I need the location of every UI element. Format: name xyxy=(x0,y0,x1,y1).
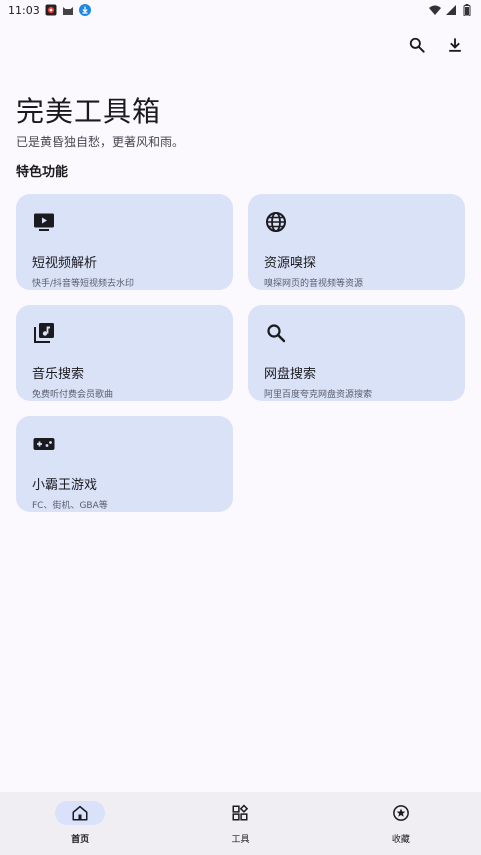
card-title: 小霸王游戏 xyxy=(32,478,98,493)
card-title: 资源嗅探 xyxy=(264,256,317,271)
card-desc: 快手/抖音等短视频去水印 xyxy=(32,279,135,289)
music-library-icon xyxy=(34,323,54,343)
search-icon xyxy=(409,37,425,53)
nav-active-indicator xyxy=(55,801,106,825)
card-retro-games[interactable]: 小霸王游戏 FC、街机、GBA等 xyxy=(16,416,233,512)
nav-item-home[interactable]: 首页 xyxy=(0,792,160,855)
status-bar: 11:03 xyxy=(0,0,481,20)
card-video-parse[interactable]: 短视频解析 快手/抖音等短视频去水印 xyxy=(16,194,233,290)
card-title: 音乐搜索 xyxy=(32,367,85,382)
nav-label: 工具 xyxy=(231,835,250,845)
search-button[interactable] xyxy=(404,32,430,58)
card-resource-sniff[interactable]: 资源嗅探 嗅探网页的音视频等资源 xyxy=(248,194,465,290)
cat-notification-icon xyxy=(62,4,74,16)
card-desc: 嗅探网页的音视频等资源 xyxy=(264,279,364,289)
home-icon xyxy=(72,805,88,821)
card-music-search[interactable]: 音乐搜索 免费听付费会员歌曲 xyxy=(16,305,233,401)
card-desc: 免费听付费会员歌曲 xyxy=(32,390,114,400)
search-icon xyxy=(267,324,286,343)
wifi-icon xyxy=(429,4,441,16)
status-time: 11:03 xyxy=(8,3,40,17)
star-icon xyxy=(392,805,409,821)
download-notification-icon xyxy=(78,4,91,16)
download-button[interactable] xyxy=(442,32,468,58)
card-title: 短视频解析 xyxy=(32,256,98,271)
page-subtitle: 已是黄昏独自愁，更著风和雨。 xyxy=(16,135,185,149)
nav-item-tools[interactable]: 工具 xyxy=(160,792,320,855)
signal-icon xyxy=(445,4,457,16)
bottom-nav: 首页 工具 收藏 xyxy=(0,792,481,855)
gamepad-icon xyxy=(33,438,55,450)
widgets-icon xyxy=(232,804,249,821)
card-desc: 阿里百度夸克网盘资源搜索 xyxy=(264,390,373,400)
card-netdisk-search[interactable]: 网盘搜索 阿里百度夸克网盘资源搜索 xyxy=(248,305,465,401)
nav-label: 首页 xyxy=(71,835,90,845)
card-title: 网盘搜索 xyxy=(264,367,317,382)
video-icon xyxy=(34,213,54,231)
globe-icon xyxy=(266,212,286,232)
page-title: 完美工具箱 xyxy=(16,95,162,128)
download-icon xyxy=(449,38,461,52)
nav-label: 收藏 xyxy=(391,835,410,845)
app-notification-icon xyxy=(45,4,57,16)
battery-icon xyxy=(461,4,473,16)
nav-item-favorites[interactable]: 收藏 xyxy=(321,792,481,855)
card-desc: FC、街机、GBA等 xyxy=(32,501,108,511)
section-title: 特色功能 xyxy=(16,165,69,180)
